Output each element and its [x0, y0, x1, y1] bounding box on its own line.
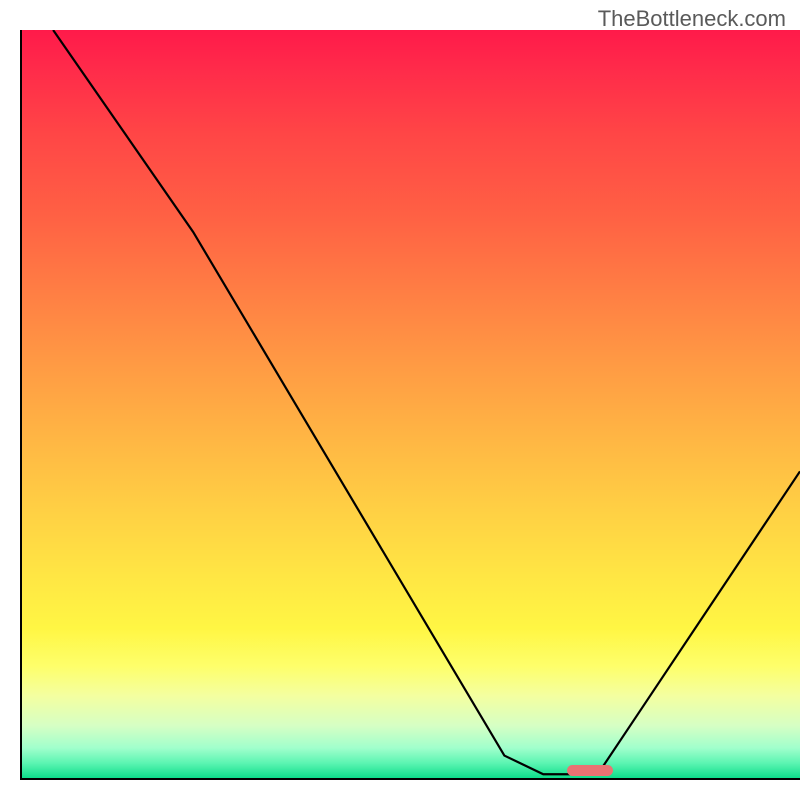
watermark-text: TheBottleneck.com [598, 6, 786, 32]
plot-area [20, 30, 800, 780]
bottleneck-curve [22, 30, 800, 778]
optimal-range-marker [567, 765, 614, 776]
